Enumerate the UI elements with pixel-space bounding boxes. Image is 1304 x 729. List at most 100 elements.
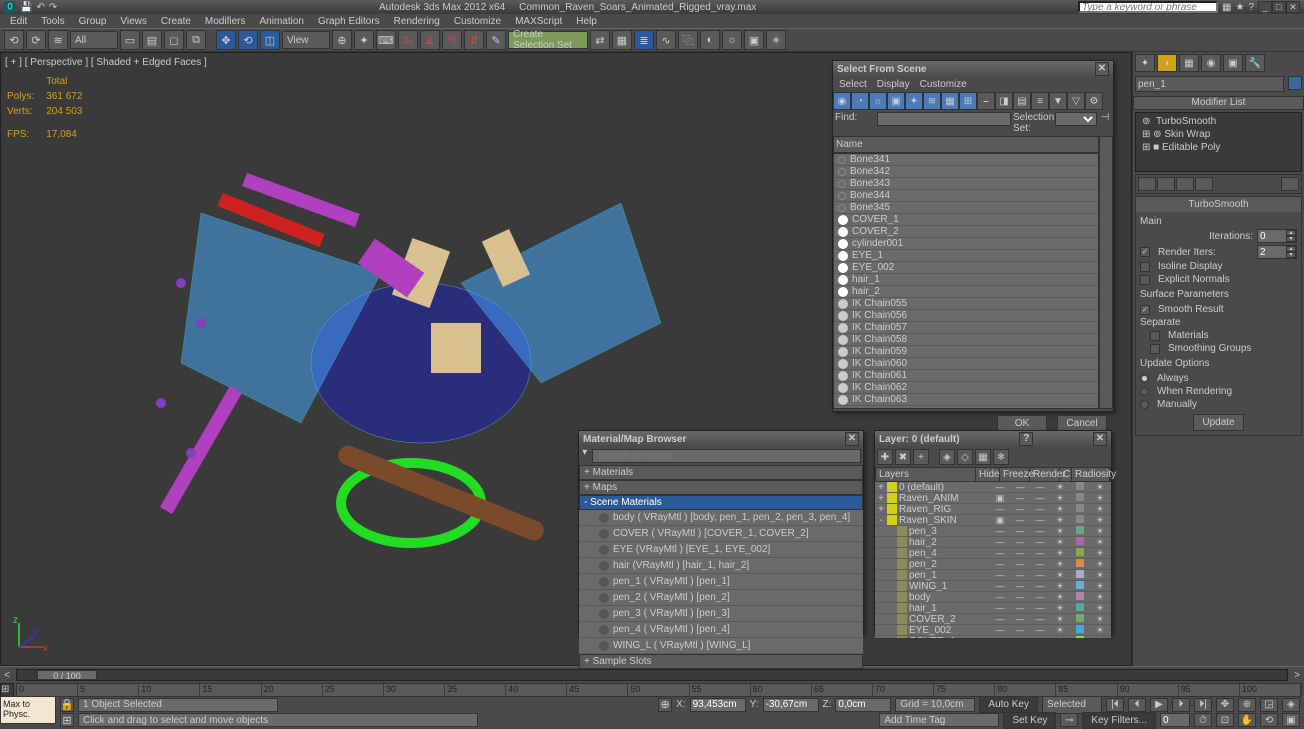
scene-list-item[interactable]: Bone341 — [834, 154, 1098, 166]
material-item[interactable]: COVER ( VRayMtl ) [COVER_1, COVER_2] — [579, 526, 863, 542]
quick-access-undo[interactable]: ↶ — [36, 2, 44, 13]
viewport-nav-icon[interactable]: ▣ — [1282, 713, 1300, 727]
column-header-name[interactable]: Name — [833, 136, 1099, 153]
help-search-input[interactable] — [1078, 1, 1218, 13]
scene-object-list[interactable]: Bone341Bone342Bone343Bone344Bone345COVER… — [833, 153, 1099, 409]
render-iters-spinner[interactable]: ▴▾ — [1257, 245, 1297, 259]
close-icon[interactable]: ✕ — [1095, 62, 1109, 76]
menu-customize[interactable]: Customize — [448, 16, 507, 27]
select-name-icon[interactable]: ▤ — [142, 30, 162, 50]
scene-list-item[interactable]: hair_1 — [834, 274, 1098, 286]
help-icon[interactable]: ★ — [1235, 2, 1244, 13]
expand-icon[interactable]: ▼ — [1049, 92, 1067, 110]
add-to-layer-icon[interactable]: + — [913, 449, 929, 465]
object-color-swatch[interactable] — [1288, 76, 1302, 90]
layer-row[interactable]: pen_1———☀☀ — [875, 570, 1111, 581]
layer-row[interactable]: pen_2———☀☀ — [875, 559, 1111, 570]
filter-xref-icon[interactable]: ⊞ — [959, 92, 977, 110]
sep-materials-checkbox[interactable] — [1150, 331, 1160, 341]
prompt-icon[interactable]: ⊞ — [60, 713, 74, 727]
menu-rendering[interactable]: Rendering — [388, 16, 446, 27]
time-slider-thumb[interactable]: 0 / 100 — [37, 670, 97, 680]
scene-list-item[interactable]: EYE_002 — [834, 262, 1098, 274]
modifier-stack[interactable]: ⊚ TurboSmooth ⊞ ⊚ Skin Wrap ⊞ ■ Editable… — [1135, 112, 1302, 172]
spinner-snap-icon[interactable]: ⇵ — [464, 30, 484, 50]
scale-icon[interactable]: ◫ — [260, 30, 280, 50]
filter-icon[interactable]: ≡ — [1031, 92, 1049, 110]
menu-modifiers[interactable]: Modifiers — [199, 16, 252, 27]
help-icon[interactable]: ▦ — [1222, 2, 1231, 13]
render-setup-icon[interactable]: ☼ — [722, 30, 742, 50]
scene-list-item[interactable]: COVER_1 — [834, 214, 1098, 226]
render-icon[interactable]: ☀ — [766, 30, 786, 50]
menu-views[interactable]: Views — [114, 16, 153, 27]
manip-icon[interactable]: ✦ — [354, 30, 374, 50]
close-icon[interactable]: ✕ — [845, 432, 859, 446]
viewport-nav-icon[interactable]: ⊡ — [1216, 713, 1234, 727]
object-name-input[interactable] — [1135, 76, 1284, 92]
time-tag[interactable]: Add Time Tag — [879, 713, 999, 727]
material-item[interactable]: pen_3 ( VRayMtl ) [pen_3] — [579, 606, 863, 622]
scene-list-item[interactable]: Bone345 — [834, 202, 1098, 214]
remove-mod-icon[interactable] — [1195, 177, 1213, 191]
unlink-icon[interactable]: ⟳ — [26, 30, 46, 50]
modifier-list-dropdown[interactable]: Modifier List — [1133, 96, 1304, 110]
freeze-icon[interactable]: ❄ — [993, 449, 1009, 465]
viewport-nav-icon[interactable]: ✋ — [1238, 713, 1256, 727]
hl-select-icon[interactable]: ◇ — [957, 449, 973, 465]
pin-stack-icon[interactable] — [1138, 177, 1156, 191]
render-fb-icon[interactable]: ▣ — [744, 30, 764, 50]
filter-light-icon[interactable]: ☼ — [869, 92, 887, 110]
prev-key-icon[interactable]: < — [0, 670, 14, 681]
scene-list-item[interactable]: IK Chain057 — [834, 322, 1098, 334]
layer-row[interactable]: pen_3———☀☀ — [875, 526, 1111, 537]
link-icon[interactable]: ⟲ — [4, 30, 24, 50]
layer-row[interactable]: body———☀☀ — [875, 592, 1111, 603]
material-item[interactable]: EYE (VRayMtl ) [EYE_1, EYE_002] — [579, 542, 863, 558]
scene-list-item[interactable]: IK Chain055 — [834, 298, 1098, 310]
options-icon[interactable]: ▾ — [579, 447, 590, 465]
keyfilters-button[interactable]: Key Filters... — [1082, 712, 1156, 729]
render-iters-checkbox[interactable]: ✓ — [1140, 247, 1150, 257]
menu-help[interactable]: Help — [570, 16, 603, 27]
filter-icon[interactable]: ◨ — [995, 92, 1013, 110]
scene-list-item[interactable]: IK Chain063 — [834, 394, 1098, 406]
sfs-menu-item[interactable]: Customize — [920, 79, 967, 90]
scene-list-item[interactable]: IK Chain056 — [834, 310, 1098, 322]
find-input[interactable] — [877, 112, 1011, 126]
show-end-icon[interactable] — [1157, 177, 1175, 191]
layer-row[interactable]: +Raven_ANIM▣——☀☀ — [875, 493, 1111, 504]
named-selset-dropdown[interactable]: Create Selection Set — [508, 31, 588, 49]
smooth-result-checkbox[interactable]: ✓ — [1140, 305, 1150, 315]
ref-coord-dropdown[interactable]: View — [282, 31, 330, 49]
menu-create[interactable]: Create — [155, 16, 197, 27]
scrollbar[interactable] — [1099, 136, 1113, 409]
filter-geom-icon[interactable]: ◉ — [833, 92, 851, 110]
mirror-icon[interactable]: ⇄ — [590, 30, 610, 50]
scene-materials-category[interactable]: - Scene Materials — [579, 495, 863, 510]
scene-list-item[interactable]: COVER_2 — [834, 226, 1098, 238]
angle-snap-icon[interactable]: ∡ — [420, 30, 440, 50]
modify-tab-icon[interactable]: ◗ — [1157, 54, 1177, 72]
layer-row[interactable]: COVER_1———☀☀ — [875, 636, 1111, 638]
update-render-radio[interactable] — [1140, 387, 1149, 396]
material-item[interactable]: body ( VRayMtl ) [body, pen_1, pen_2, pe… — [579, 510, 863, 526]
schematic-icon[interactable]: ⿻ — [678, 30, 698, 50]
menu-maxscript[interactable]: MAXScript — [509, 16, 568, 27]
maps-category[interactable]: + Maps — [579, 480, 863, 495]
layer-row[interactable]: hair_1———☀☀ — [875, 603, 1111, 614]
editpoly-icon[interactable]: ✎ — [486, 30, 506, 50]
scene-list-item[interactable]: hair_2 — [834, 286, 1098, 298]
align-icon[interactable]: ▦ — [612, 30, 632, 50]
filter-icon[interactable]: ▤ — [1013, 92, 1031, 110]
filter-space-icon[interactable]: ≋ — [923, 92, 941, 110]
trackbar-toggle-icon[interactable]: ⊞ — [0, 683, 14, 697]
minimize-button[interactable]: _ — [1258, 1, 1272, 13]
update-always-radio[interactable] — [1140, 374, 1149, 383]
filter-cam-icon[interactable]: ▣ — [887, 92, 905, 110]
layer-row[interactable]: +Raven_RIG———☀☀ — [875, 504, 1111, 515]
next-key-icon[interactable]: > — [1290, 670, 1304, 681]
filter-bone-icon[interactable]: ⎯ — [977, 92, 995, 110]
material-item[interactable]: pen_2 ( VRayMtl ) [pen_2] — [579, 590, 863, 606]
scene-list-item[interactable]: IK Chain062 — [834, 382, 1098, 394]
